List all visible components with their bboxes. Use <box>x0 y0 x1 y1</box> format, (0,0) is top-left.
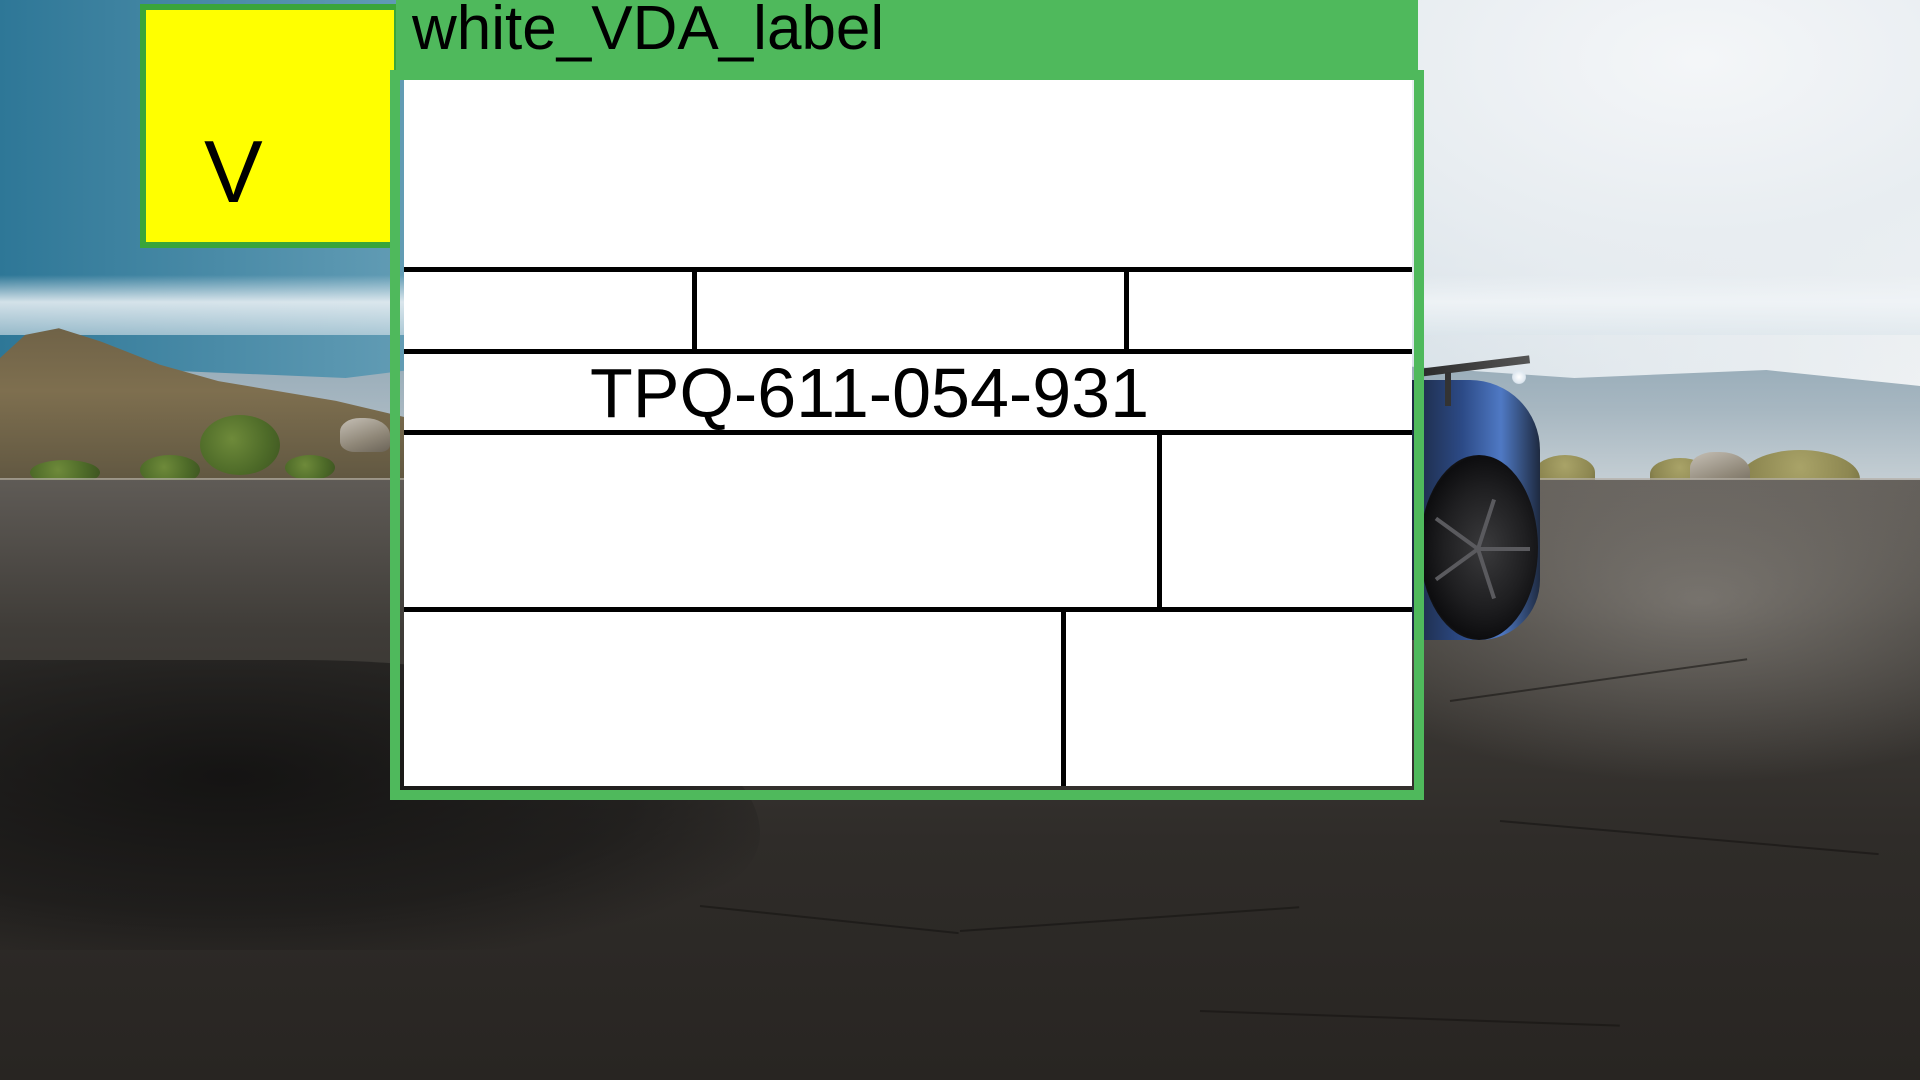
wheel-spoke <box>1478 547 1530 551</box>
secondary-annotation-text: V <box>204 122 263 221</box>
annotation-label-text: white_VDA_label <box>412 0 885 63</box>
spoiler-post <box>1445 372 1451 406</box>
rock <box>340 418 390 452</box>
bush <box>200 415 280 475</box>
bush <box>285 455 335 480</box>
annotation-bounding-box[interactable] <box>390 70 1424 800</box>
screen: V white_VDA_label TPQ-611-054-931 <box>0 0 1920 1080</box>
secondary-annotation-box[interactable] <box>140 4 400 248</box>
tail-light <box>1512 370 1526 384</box>
